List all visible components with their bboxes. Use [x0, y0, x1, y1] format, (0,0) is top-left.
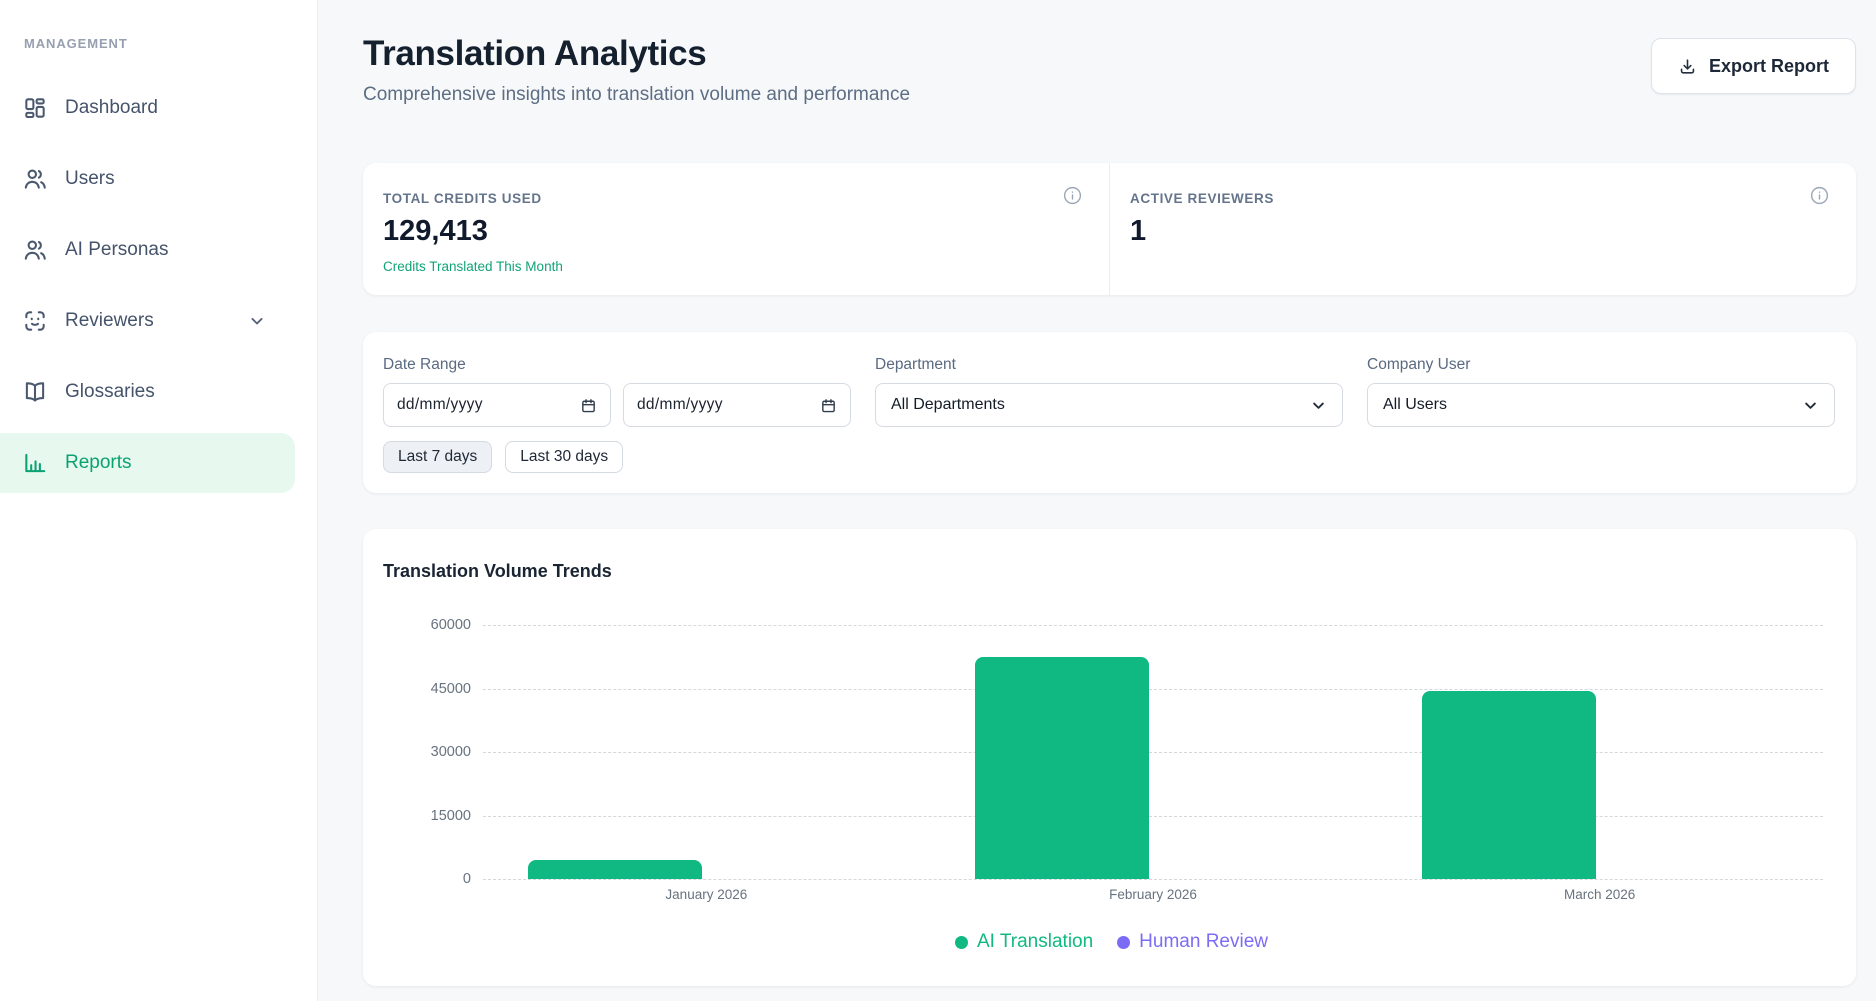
app-root: MANAGEMENT Dashboard Users AI Personas Revi…	[0, 0, 1876, 1001]
gridline	[483, 689, 1823, 690]
page-header-text: Translation Analytics Comprehensive insi…	[363, 34, 910, 106]
legend-dot	[955, 936, 968, 949]
chart-title: Translation Volume Trends	[383, 561, 1840, 582]
stat-label: ACTIVE REVIEWERS	[1130, 191, 1830, 206]
y-axis-tick: 15000	[431, 808, 471, 824]
stat-card-active-reviewers: ACTIVE REVIEWERS 1	[1109, 163, 1856, 295]
y-axis-tick: 30000	[431, 744, 471, 760]
chevron-down-icon	[247, 311, 267, 331]
sidebar: MANAGEMENT Dashboard Users AI Personas Revi…	[0, 0, 318, 1001]
legend-item-human-review: Human Review	[1117, 931, 1268, 953]
main-content: Translation Analytics Comprehensive insi…	[318, 0, 1876, 1001]
legend-label: AI Translation	[977, 931, 1093, 953]
sidebar-item-label: Glossaries	[65, 381, 155, 403]
start-date-input[interactable]: dd/mm/yyyy	[383, 383, 611, 427]
download-icon	[1678, 57, 1697, 76]
y-axis-tick: 45000	[431, 681, 471, 697]
calendar-icon[interactable]	[820, 397, 837, 414]
gridline	[483, 816, 1823, 817]
dashboard-grid-icon	[22, 95, 48, 121]
stat-caption: Credits Translated This Month	[383, 259, 1083, 274]
start-date-value: dd/mm/yyyy	[397, 396, 483, 414]
calendar-icon[interactable]	[580, 397, 597, 414]
x-axis-label: January 2026	[665, 887, 747, 902]
sidebar-item-reviewers[interactable]: Reviewers	[0, 291, 295, 351]
sidebar-item-dashboard[interactable]: Dashboard	[0, 78, 295, 138]
bar-ai-translation-february-2026	[975, 657, 1149, 880]
quick-range-last-7-days[interactable]: Last 7 days	[383, 441, 492, 473]
glossary-book-icon	[22, 379, 48, 405]
stat-value: 1	[1130, 215, 1830, 248]
quick-range-last-30-days[interactable]: Last 30 days	[505, 441, 623, 473]
page-title: Translation Analytics	[363, 34, 910, 74]
end-date-input[interactable]: dd/mm/yyyy	[623, 383, 851, 427]
chart-card: Translation Volume Trends 0 15000 30000 450…	[363, 529, 1856, 986]
stat-card-total-credits-used: TOTAL CREDITS USED 129,413 Credits Transla…	[363, 163, 1109, 295]
y-axis-tick: 0	[463, 871, 471, 887]
chevron-down-icon	[1801, 396, 1820, 415]
gridline	[483, 752, 1823, 753]
date-range-label: Date Range	[383, 356, 851, 374]
export-report-button[interactable]: Export Report	[1651, 38, 1856, 94]
date-range-group: Date Range dd/mm/yyyy dd/mm/yyyy Last 7 …	[383, 356, 851, 473]
chart-area: 015000300004500060000 January 2026Februa…	[383, 625, 1840, 921]
x-axis-label: February 2026	[1109, 887, 1197, 902]
sidebar-item-reports[interactable]: Reports	[0, 433, 295, 493]
sidebar-item-label: Dashboard	[65, 97, 158, 119]
chart-plot: January 2026February 2026March 2026	[483, 625, 1823, 879]
date-inputs: dd/mm/yyyy dd/mm/yyyy	[383, 383, 851, 427]
sidebar-item-label: AI Personas	[65, 239, 169, 261]
chevron-down-icon	[1309, 396, 1328, 415]
department-selected-value: All Departments	[891, 396, 1005, 414]
page-header: Translation Analytics Comprehensive insi…	[363, 34, 1856, 106]
stats-card: TOTAL CREDITS USED 129,413 Credits Transla…	[363, 163, 1856, 295]
company-user-selected-value: All Users	[1383, 396, 1447, 414]
reviewer-scan-icon	[22, 308, 48, 334]
gridline	[483, 625, 1823, 626]
reports-chart-icon	[22, 450, 48, 476]
department-select[interactable]: All Departments	[875, 383, 1343, 427]
legend-dot	[1117, 936, 1130, 949]
bar-ai-translation-january-2026	[528, 860, 702, 879]
end-date-value: dd/mm/yyyy	[637, 396, 723, 414]
legend-label: Human Review	[1139, 931, 1268, 953]
sidebar-item-label: Reports	[65, 452, 132, 474]
y-axis-tick: 60000	[431, 617, 471, 633]
sidebar-item-users[interactable]: Users	[0, 149, 295, 209]
sidebar-item-glossaries[interactable]: Glossaries	[0, 362, 295, 422]
x-axis-label: March 2026	[1564, 887, 1635, 902]
sidebar-item-label: Users	[65, 168, 115, 190]
stat-value: 129,413	[383, 215, 1083, 248]
sidebar-section-label: MANAGEMENT	[24, 36, 317, 51]
page-subtitle: Comprehensive insights into translation …	[363, 84, 910, 106]
department-label: Department	[875, 356, 1343, 374]
sidebar-item-ai-personas[interactable]: AI Personas	[0, 220, 295, 280]
export-report-label: Export Report	[1709, 56, 1829, 77]
company-user-select[interactable]: All Users	[1367, 383, 1835, 427]
info-icon[interactable]	[1809, 185, 1830, 206]
sidebar-item-label: Reviewers	[65, 310, 154, 332]
ai-personas-icon	[22, 237, 48, 263]
bar-ai-translation-march-2026	[1422, 691, 1596, 879]
legend-item-ai-translation: AI Translation	[955, 931, 1093, 953]
gridline	[483, 879, 1823, 880]
department-group: Department All Departments	[875, 356, 1343, 473]
quick-range-buttons: Last 7 days Last 30 days	[383, 441, 851, 473]
company-user-label: Company User	[1367, 356, 1835, 374]
company-user-group: Company User All Users	[1367, 356, 1835, 473]
stat-label: TOTAL CREDITS USED	[383, 191, 1083, 206]
info-icon[interactable]	[1062, 185, 1083, 206]
chart-legend: AI Translation Human Review	[383, 931, 1840, 953]
filter-row: Date Range dd/mm/yyyy dd/mm/yyyy Last 7 …	[383, 356, 1836, 473]
y-axis: 015000300004500060000	[383, 625, 471, 879]
users-icon	[22, 166, 48, 192]
sidebar-nav: Dashboard Users AI Personas Reviewers Glossa…	[0, 78, 317, 493]
filters-card: Date Range dd/mm/yyyy dd/mm/yyyy Last 7 …	[363, 332, 1856, 493]
